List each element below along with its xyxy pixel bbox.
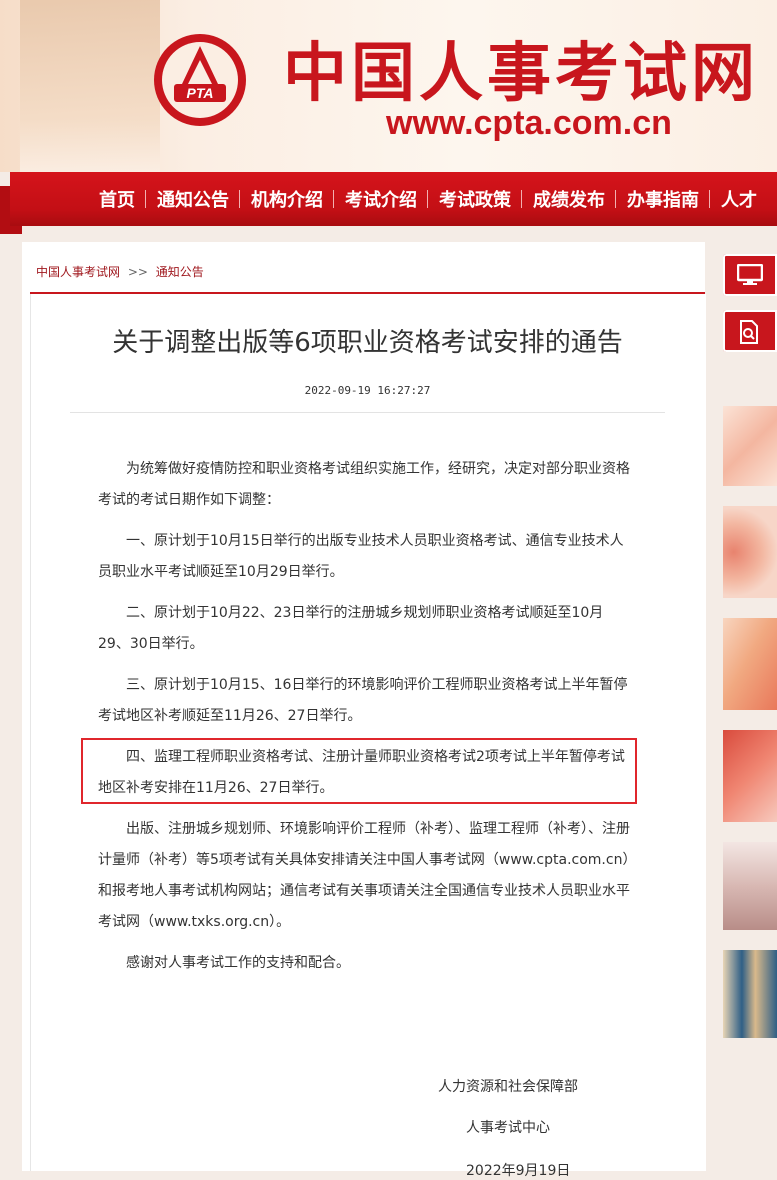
breadcrumb-home[interactable]: 中国人事考试网: [36, 265, 120, 279]
article-date: 2022-09-19 16:27:27: [304, 384, 431, 397]
breadcrumb: 中国人事考试网 >> 通知公告: [36, 263, 204, 280]
monitor-button[interactable]: [723, 254, 777, 296]
signature-center: 人事考试中心: [466, 1120, 550, 1136]
signature-org: 人力资源和社会保障部: [438, 1079, 578, 1095]
site-banner: PTA 中国人事考试网 www.cpta.com.cn: [0, 0, 777, 172]
sidebar-thumbnail[interactable]: [723, 618, 777, 710]
article-panel: [30, 294, 706, 1171]
search-document-button[interactable]: [723, 310, 777, 352]
monitor-icon: [737, 264, 763, 285]
article-title: 关于调整出版等6项职业资格考试安排的通告: [112, 328, 623, 358]
signature-date: 2022年9月19日: [466, 1163, 571, 1179]
paragraph-3: 三、原计划于10月15、16日举行的环境影响评价工程师职业资格考试上半年暂停考试…: [98, 677, 628, 724]
nav-item-home[interactable]: 首页: [88, 186, 146, 212]
search-document-icon: [740, 320, 758, 344]
breadcrumb-current[interactable]: 通知公告: [156, 265, 204, 279]
paragraph-1: 一、原计划于10月15日举行的出版专业技术人员职业资格考试、通信专业技术人员职业…: [98, 533, 624, 580]
site-url: www.cpta.com.cn: [386, 104, 672, 142]
paragraph-2: 二、原计划于10月22、23日举行的注册城乡规划师职业资格考试顺延至10月29、…: [98, 605, 604, 652]
sidebar-thumbnail[interactable]: [723, 950, 777, 1038]
breadcrumb-separator: >>: [127, 265, 148, 279]
highlight-box: [81, 738, 637, 804]
nav-item-guide[interactable]: 办事指南: [615, 186, 710, 212]
sidebar-thumbnail[interactable]: [723, 842, 777, 930]
main-nav: 首页 通知公告 机构介绍 考试介绍 考试政策 成绩发布 办事指南 人才: [10, 172, 777, 226]
pta-logo[interactable]: PTA: [152, 32, 248, 128]
great-wall-image: [20, 0, 160, 172]
nav-item-talent[interactable]: 人才: [709, 186, 768, 212]
site-title: 中国人事考试网: [283, 37, 759, 111]
sidebar-thumbnail[interactable]: [723, 506, 777, 598]
paragraph-intro: 为统筹做好疫情防控和职业资格考试组织实施工作，经研究，决定对部分职业资格考试的考…: [98, 461, 630, 508]
nav-item-exams[interactable]: 考试介绍: [333, 186, 428, 212]
sidebar-thumbnail[interactable]: [723, 730, 777, 822]
sidebar-thumbnail[interactable]: [723, 406, 777, 486]
paragraph-5: 出版、注册城乡规划师、环境影响评价工程师（补考）、监理工程师（补考）、注册计量师…: [98, 821, 630, 930]
paragraph-thanks: 感谢对人事考试工作的支持和配合。: [126, 955, 350, 971]
nav-item-about[interactable]: 机构介绍: [239, 186, 334, 212]
nav-item-policy[interactable]: 考试政策: [427, 186, 522, 212]
nav-item-scores[interactable]: 成绩发布: [521, 186, 616, 212]
title-divider: [70, 412, 665, 413]
nav-item-notices[interactable]: 通知公告: [145, 186, 240, 212]
logo-text: PTA: [187, 85, 214, 101]
